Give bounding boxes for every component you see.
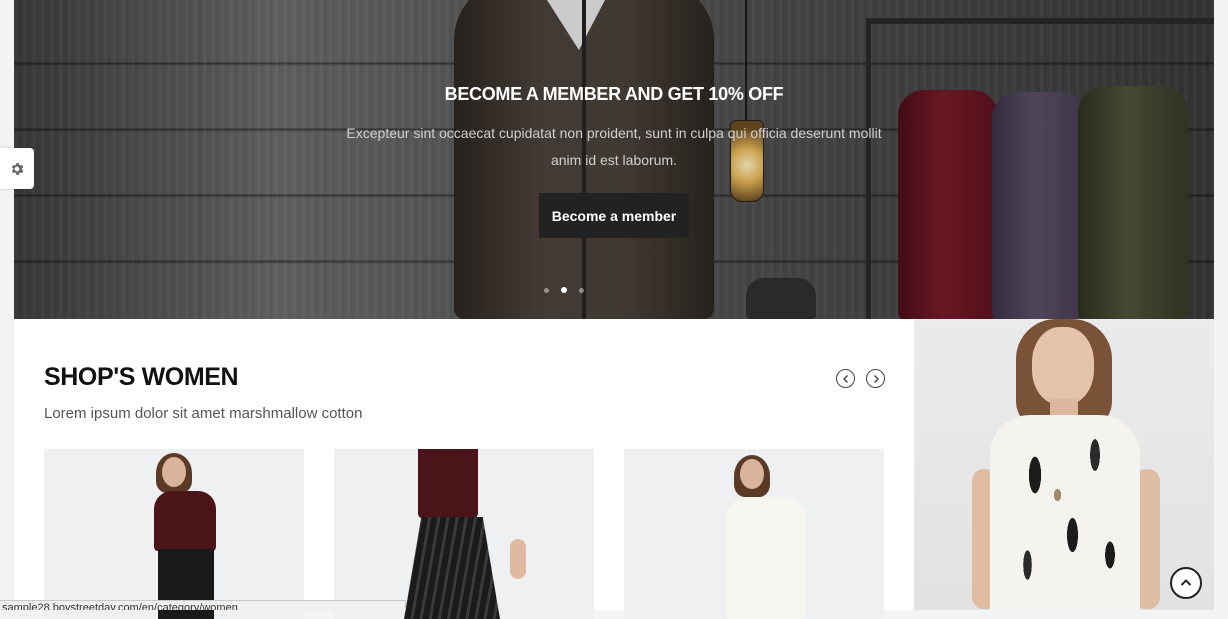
browser-status-url: sample28.boystreetday.com/en/category/wo…	[0, 600, 406, 610]
settings-toggle[interactable]	[0, 148, 34, 189]
hero-description: Excepteur sint occaecat cupidatat non pr…	[342, 120, 886, 174]
product-image-top	[154, 491, 216, 551]
chevron-left-icon	[842, 374, 848, 383]
product-image-top	[418, 449, 478, 519]
model-dress-image	[990, 415, 1140, 610]
carousel-prev-button[interactable]	[836, 369, 855, 388]
chevron-right-icon	[873, 374, 879, 383]
section-title: SHOP'S WOMEN	[44, 363, 239, 391]
shop-women-section: SHOP'S WOMEN Lorem ipsum dolor sit amet …	[14, 319, 914, 619]
scroll-top-button[interactable]	[1170, 567, 1202, 599]
product-card[interactable]	[624, 449, 884, 619]
section-subtitle: Lorem ipsum dolor sit amet marshmallow c…	[44, 405, 363, 422]
slider-dot-active[interactable]	[561, 287, 567, 293]
carousel-next-button[interactable]	[866, 369, 885, 388]
product-image-blouse	[726, 497, 806, 619]
product-card[interactable]	[334, 449, 594, 619]
hero-description-line2: anim id est laborum.	[550, 152, 678, 168]
hero-title: BECOME A MEMBER AND GET 10% OFF	[444, 84, 784, 104]
product-image-arm	[510, 539, 526, 579]
product-image-face	[740, 459, 764, 489]
slider-pagination	[544, 287, 584, 293]
model-face-image	[1032, 327, 1094, 405]
chevron-up-icon	[1180, 579, 1192, 586]
slider-dot[interactable]	[544, 288, 549, 293]
hero-banner: BECOME A MEMBER AND GET 10% OFF Excepteu…	[14, 0, 1214, 319]
product-card[interactable]	[44, 449, 304, 619]
hero-description-line1: Excepteur sint occaecat cupidatat non pr…	[346, 125, 882, 141]
become-member-button[interactable]: Become a member	[539, 193, 689, 238]
product-image-skirt	[404, 517, 500, 619]
gear-icon	[11, 162, 24, 175]
slider-dot[interactable]	[579, 288, 584, 293]
promo-banner[interactable]	[914, 319, 1214, 610]
product-image-face	[162, 457, 186, 487]
